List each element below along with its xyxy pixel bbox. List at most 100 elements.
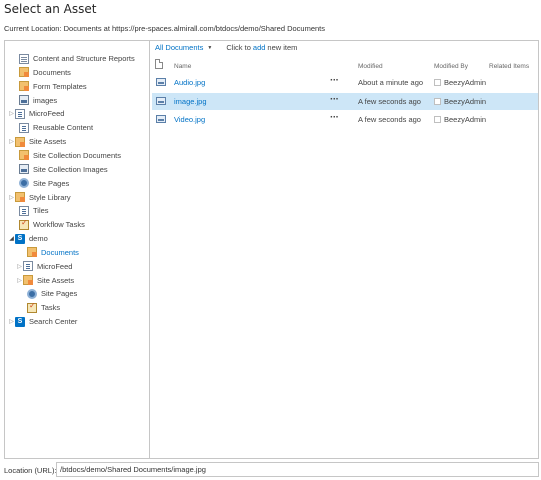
folder-icon bbox=[23, 275, 33, 286]
file-name-link[interactable]: Audio.jpg bbox=[174, 78, 205, 87]
modified-by-cell[interactable]: BeezyAdmin bbox=[444, 115, 486, 124]
column-header-name[interactable]: Name bbox=[174, 63, 191, 70]
tree-item[interactable]: ▷ Style Library bbox=[8, 191, 71, 204]
tree-item-label: Tasks bbox=[41, 303, 61, 313]
image-library-icon bbox=[19, 164, 29, 175]
tree-item[interactable]: Workflow Tasks bbox=[19, 218, 85, 231]
tree-item[interactable]: Site Pages bbox=[27, 287, 77, 300]
collapse-arrow-icon[interactable]: ▷ bbox=[8, 194, 15, 201]
tree-item[interactable]: ▷ MicroFeed bbox=[8, 107, 64, 120]
column-header-modified[interactable]: Modified bbox=[358, 63, 383, 70]
tree-item[interactable]: ▷ Search Center bbox=[8, 315, 77, 328]
folder-icon bbox=[15, 192, 25, 202]
task-icon bbox=[19, 218, 29, 230]
modified-cell: About a minute ago bbox=[358, 78, 424, 87]
table-row[interactable]: Audio.jpg ··· About a minute ago BeezyAdmin bbox=[152, 74, 538, 91]
expand-arrow-icon[interactable]: ◢ bbox=[8, 235, 15, 242]
collapse-arrow-icon[interactable]: ▷ bbox=[16, 263, 23, 270]
tree-item[interactable]: ▷ Site Assets bbox=[8, 135, 66, 148]
item-menu-button[interactable]: ··· bbox=[330, 94, 339, 105]
view-toolbar: All Documents ▼ Click to add new item bbox=[155, 43, 297, 52]
file-name-link[interactable]: Video.jpg bbox=[174, 115, 205, 124]
tree-item[interactable]: Content and Structure Reports bbox=[19, 52, 135, 65]
file-name-link[interactable]: image.jpg bbox=[174, 97, 207, 106]
tree-item[interactable]: ▷ MicroFeed bbox=[16, 260, 72, 273]
collapse-arrow-icon[interactable]: ▷ bbox=[16, 277, 23, 284]
item-menu-button[interactable]: ··· bbox=[330, 75, 339, 86]
site-tree: Content and Structure Reports Documents Fo… bbox=[4, 40, 150, 480]
column-header-modified-by[interactable]: Modified By bbox=[434, 63, 468, 70]
view-selector[interactable]: All Documents bbox=[155, 43, 203, 52]
tree-item-label: Content and Structure Reports bbox=[33, 54, 135, 63]
tree-item[interactable]: Site Pages bbox=[19, 177, 69, 190]
current-location-label: Current Location: bbox=[4, 24, 62, 33]
modified-by-cell[interactable]: BeezyAdmin bbox=[444, 97, 486, 106]
image-file-icon[interactable] bbox=[156, 96, 166, 105]
column-header-related-items[interactable]: Related Items bbox=[489, 63, 529, 70]
tree-item[interactable]: images bbox=[19, 94, 57, 107]
tree-item-label: Site Assets bbox=[37, 275, 75, 285]
dialog-title: Select an Asset bbox=[4, 2, 97, 16]
table-row[interactable]: image.jpg ··· A few seconds ago BeezyAdmin bbox=[152, 92, 538, 110]
new-item-text: new item bbox=[267, 43, 298, 52]
tree-item-label: Documents bbox=[41, 247, 79, 257]
tree-item[interactable]: Reusable Content bbox=[19, 121, 93, 134]
tree-item-label: Reusable Content bbox=[33, 123, 94, 133]
list-icon bbox=[19, 122, 29, 133]
folder-icon bbox=[15, 136, 25, 147]
add-item-link[interactable]: add bbox=[253, 43, 266, 52]
current-location-text: Documents at https://pre-spaces.almirall… bbox=[63, 24, 326, 33]
sharepoint-site-icon bbox=[15, 233, 25, 244]
tree-item-label: images bbox=[33, 95, 58, 105]
tree-item[interactable]: Tiles bbox=[19, 204, 49, 217]
tree-item-label: Site Collection Documents bbox=[33, 150, 121, 160]
sharepoint-site-icon bbox=[15, 316, 25, 327]
location-url-label: Location (URL): bbox=[4, 466, 57, 475]
tree-item-label: Site Pages bbox=[41, 289, 78, 299]
tree-item-label: MicroFeed bbox=[29, 109, 65, 119]
tree-item[interactable]: ▷ Site Assets bbox=[16, 274, 74, 287]
gear-icon bbox=[19, 178, 29, 189]
folder-icon bbox=[19, 81, 29, 92]
presence-indicator-icon bbox=[434, 97, 441, 105]
location-url-input[interactable] bbox=[56, 462, 539, 477]
image-library-icon bbox=[19, 95, 29, 106]
presence-indicator-icon bbox=[434, 116, 441, 123]
tree-item-label: Tiles bbox=[33, 206, 49, 216]
list-icon bbox=[19, 205, 29, 216]
collapse-arrow-icon[interactable]: ▷ bbox=[8, 138, 15, 145]
click-to-text: Click to bbox=[226, 43, 251, 52]
image-file-icon[interactable] bbox=[156, 115, 166, 123]
modified-cell: A few seconds ago bbox=[358, 115, 421, 124]
list-icon bbox=[15, 108, 25, 119]
tree-item-label: Workflow Tasks bbox=[33, 220, 85, 230]
tree-item[interactable]: Site Collection Images bbox=[19, 163, 108, 176]
document-type-icon[interactable] bbox=[155, 59, 163, 69]
tree-item-label: demo bbox=[29, 234, 48, 244]
chevron-down-icon[interactable]: ▼ bbox=[207, 45, 212, 51]
folder-icon bbox=[19, 67, 29, 78]
list-icon bbox=[23, 261, 33, 272]
image-file-icon[interactable] bbox=[156, 78, 166, 86]
tree-item-label: Style Library bbox=[29, 192, 71, 202]
tree-item-label: MicroFeed bbox=[37, 261, 73, 271]
folder-icon bbox=[19, 150, 29, 161]
item-menu-button[interactable]: ··· bbox=[330, 112, 339, 123]
modified-cell: A few seconds ago bbox=[358, 96, 421, 106]
collapse-arrow-icon[interactable]: ▷ bbox=[8, 110, 15, 117]
tree-item[interactable]: Documents bbox=[19, 66, 71, 79]
tree-item[interactable]: Tasks bbox=[27, 301, 60, 314]
task-icon bbox=[27, 301, 37, 313]
tree-item-label: Site Collection Images bbox=[33, 164, 108, 174]
tree-item[interactable]: Form Templates bbox=[19, 80, 87, 93]
tree-item-label: Form Templates bbox=[33, 81, 87, 91]
table-row[interactable]: Video.jpg ··· A few seconds ago BeezyAdmin bbox=[152, 111, 538, 128]
tree-item[interactable]: ◢ demo bbox=[8, 232, 48, 245]
tree-item[interactable]: Documents bbox=[27, 246, 79, 259]
tree-item-label: Site Pages bbox=[33, 178, 70, 188]
tree-item-label: Search Center bbox=[29, 317, 78, 327]
tree-item[interactable]: Site Collection Documents bbox=[19, 149, 121, 162]
collapse-arrow-icon[interactable]: ▷ bbox=[8, 318, 15, 325]
modified-by-cell[interactable]: BeezyAdmin bbox=[444, 78, 486, 87]
folder-icon bbox=[27, 247, 37, 258]
